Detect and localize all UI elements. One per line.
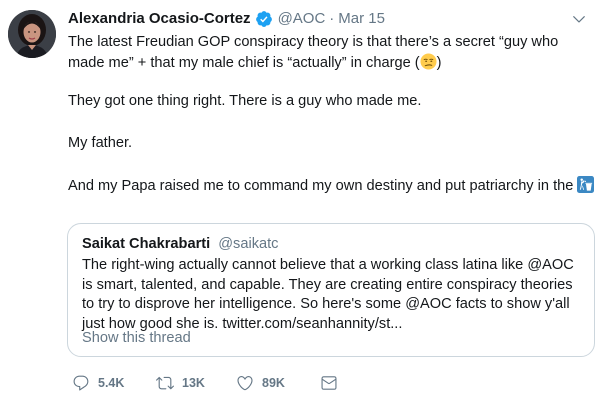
reply-count: 5.4K — [98, 376, 125, 390]
tweet-paragraph: And my Papa raised me to command my own … — [68, 176, 595, 197]
paragraph-text: ) — [436, 54, 442, 71]
retweet-button[interactable]: 13K — [156, 372, 205, 394]
separator-dot: · — [329, 10, 335, 27]
quoted-tweet-header: Saikat Chakrabarti @saikatc — [82, 235, 278, 254]
reply-button[interactable]: 5.4K — [72, 372, 124, 394]
tweet[interactable]: Alexandria Ocasio-Cortez @AOC · Mar 15 T… — [0, 0, 600, 403]
tweet-timestamp[interactable]: Mar 15 — [338, 9, 385, 29]
show-this-thread-link[interactable]: Show this thread — [82, 329, 191, 348]
tweet-actions: 5.4K 13K 89K — [72, 372, 392, 394]
like-button[interactable]: 89K — [236, 372, 285, 394]
avatar[interactable] — [8, 10, 56, 58]
tweet-paragraph: The latest Freudian GOP conspiracy theor… — [68, 33, 590, 73]
chevron-down-icon[interactable] — [572, 12, 586, 26]
unamused-face-emoji-icon — [420, 52, 437, 70]
paragraph-text: The latest Freudian GOP conspiracy theor… — [68, 34, 559, 71]
envelope-icon — [321, 376, 337, 390]
tweet-header: Alexandria Ocasio-Cortez @AOC · Mar 15 — [68, 8, 586, 30]
like-count: 89K — [262, 376, 285, 390]
retweet-count: 13K — [182, 376, 205, 390]
trash-can-put-litter-emoji-icon — [577, 176, 595, 193]
retweet-icon — [156, 376, 174, 390]
quoted-tweet[interactable]: Saikat Chakrabarti @saikatc The right-wi… — [67, 223, 595, 357]
reply-icon — [73, 375, 89, 391]
heart-icon — [237, 376, 253, 391]
quoted-tweet-text: The right-wing actually cannot believe t… — [82, 257, 574, 332]
direct-message-button[interactable] — [320, 372, 338, 394]
verified-badge-icon — [255, 11, 272, 27]
quoted-author-handle: @saikatc — [218, 236, 279, 252]
paragraph-text: And my Papa raised me to command my own … — [68, 178, 578, 194]
profile-photo — [8, 10, 56, 58]
author-name[interactable]: Alexandria Ocasio-Cortez — [68, 9, 251, 29]
quoted-author-name: Saikat Chakrabarti — [82, 236, 211, 252]
author-handle[interactable]: @AOC — [278, 9, 326, 29]
tweet-paragraph: They got one thing right. There is a guy… — [68, 93, 422, 109]
tweet-paragraph: My father. — [68, 135, 133, 151]
